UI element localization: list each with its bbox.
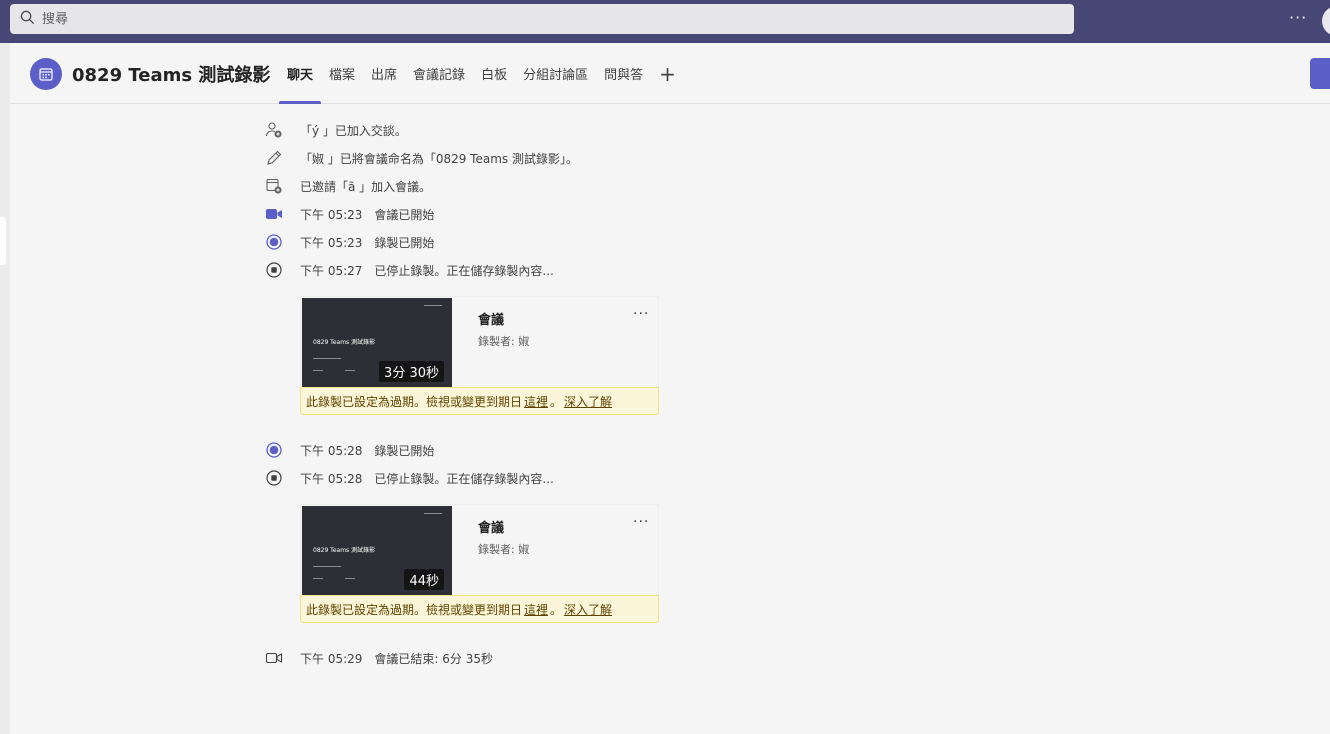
recording-duration: 3分 30秒 xyxy=(379,361,444,382)
pencil-icon xyxy=(264,148,284,168)
notice-link-learn-more[interactable]: 深入了解 xyxy=(564,393,612,410)
recording-card[interactable]: 0829 Teams 測試錄影 3分 30秒 會議 錄製者: 婌 ··· 此錄製… xyxy=(300,296,659,416)
record-icon xyxy=(264,232,284,252)
avatar[interactable] xyxy=(1322,6,1330,36)
search-box[interactable] xyxy=(10,4,1074,34)
event-invited: 已邀請「ã 」加入會議。 xyxy=(264,176,431,196)
event-time: 下午 05:29 xyxy=(300,651,363,666)
tab-qna[interactable]: 問與答 xyxy=(596,43,651,104)
event-text: 會議已開始 xyxy=(374,207,435,222)
left-rail xyxy=(0,43,10,734)
event-member-joined: 「ý 」已加入交談。 xyxy=(264,120,407,140)
event-time: 下午 05:28 xyxy=(300,471,363,486)
add-tab-icon[interactable]: + xyxy=(651,43,684,104)
tab-bar: 聊天 檔案 出席 會議記錄 白板 分組討論區 問與答 + xyxy=(279,43,684,104)
notice-separator: 。 xyxy=(550,602,563,617)
event-text: 錄製已開始 xyxy=(374,443,435,458)
more-options-icon[interactable]: ··· xyxy=(1289,8,1307,27)
event-text: 「ý 」已加入交談。 xyxy=(300,123,407,138)
thumbnail-decoration xyxy=(313,358,341,359)
thumbnail-title: 0829 Teams 測試錄影 xyxy=(313,547,376,554)
person-add-icon xyxy=(264,120,284,140)
video-camera-outline-icon xyxy=(264,648,284,668)
thumbnail-decoration xyxy=(345,578,355,579)
event-recording-stopped: 下午 05:28 已停止錄製。正在儲存錄製內容... xyxy=(264,468,554,488)
recording-card[interactable]: 0829 Teams 測試錄影 44秒 會議 錄製者: 婌 ··· 此錄製已設定… xyxy=(300,504,659,624)
event-text: 已邀請「ã 」加入會議。 xyxy=(300,179,432,194)
thumbnail-decoration xyxy=(313,578,323,579)
recording-thumbnail[interactable]: 0829 Teams 測試錄影 44秒 xyxy=(302,506,452,595)
calendar-add-icon xyxy=(264,176,284,196)
tab-files[interactable]: 檔案 xyxy=(321,43,363,104)
event-time: 下午 05:23 xyxy=(300,235,363,250)
tab-whiteboard[interactable]: 白板 xyxy=(473,43,515,104)
recording-name: 會議 xyxy=(478,313,505,328)
recording-name: 會議 xyxy=(478,521,505,536)
notice-separator: 。 xyxy=(550,394,563,409)
meeting-header: 0829 Teams 測試錄影 聊天 檔案 出席 會議記錄 白板 分組討論區 問… xyxy=(10,43,1330,104)
event-time: 下午 05:27 xyxy=(300,263,363,278)
recording-card-body[interactable]: 0829 Teams 測試錄影 44秒 會議 錄製者: 婌 ··· xyxy=(300,504,659,595)
page-title: 0829 Teams 測試錄影 xyxy=(72,65,271,86)
more-options-icon[interactable]: ··· xyxy=(633,306,649,322)
event-recording-started: 下午 05:28 錄製已開始 xyxy=(264,440,434,460)
record-icon xyxy=(264,440,284,460)
event-text: 已停止錄製。正在儲存錄製內容... xyxy=(374,263,554,278)
thumbnail-decoration xyxy=(424,513,442,514)
search-icon xyxy=(20,10,35,29)
more-options-icon[interactable]: ··· xyxy=(633,514,649,530)
tab-attendance[interactable]: 出席 xyxy=(363,43,405,104)
stop-record-icon xyxy=(264,468,284,488)
notice-text: 此錄製已設定為過期。檢視或變更到期日 xyxy=(306,394,523,409)
app-top-bar: ··· xyxy=(0,0,1330,43)
notice-link-learn-more[interactable]: 深入了解 xyxy=(564,601,612,618)
thumbnail-decoration xyxy=(424,305,442,306)
recorded-by: 錄製者: 婌 xyxy=(478,335,530,348)
recorded-by: 錄製者: 婌 xyxy=(478,543,530,556)
recording-card-body[interactable]: 0829 Teams 測試錄影 3分 30秒 會議 錄製者: 婌 ··· xyxy=(300,296,659,387)
event-text: 會議已結束: 6分 35秒 xyxy=(374,651,493,666)
event-meeting-started: 下午 05:23 會議已開始 xyxy=(264,204,434,224)
event-text: 已停止錄製。正在儲存錄製內容... xyxy=(374,471,554,486)
notice-link-here[interactable]: 這裡 xyxy=(524,393,548,410)
search-input[interactable] xyxy=(42,11,942,27)
rail-handle[interactable] xyxy=(0,217,6,265)
calendar-icon xyxy=(30,58,62,90)
notice-text: 此錄製已設定為過期。檢視或變更到期日 xyxy=(306,602,523,617)
recording-thumbnail[interactable]: 0829 Teams 測試錄影 3分 30秒 xyxy=(302,298,452,387)
thumbnail-decoration xyxy=(313,566,341,567)
join-button[interactable] xyxy=(1310,58,1330,89)
video-camera-icon xyxy=(264,204,284,224)
notice-link-here[interactable]: 這裡 xyxy=(524,601,548,618)
expiration-notice: 此錄製已設定為過期。檢視或變更到期日 這裡 。 深入了解 xyxy=(300,595,659,623)
event-recording-started: 下午 05:23 錄製已開始 xyxy=(264,232,434,252)
thumbnail-title: 0829 Teams 測試錄影 xyxy=(313,339,376,346)
event-time: 下午 05:23 xyxy=(300,207,363,222)
thumbnail-decoration xyxy=(313,370,323,371)
event-text: 「婌 」已將會議命名為「0829 Teams 測試錄影」。 xyxy=(300,151,578,166)
thumbnail-decoration xyxy=(345,370,355,371)
tab-chat[interactable]: 聊天 xyxy=(279,43,322,104)
tab-recap[interactable]: 會議記錄 xyxy=(405,43,473,104)
recording-duration: 44秒 xyxy=(404,569,444,590)
event-time: 下午 05:28 xyxy=(300,443,363,458)
stop-record-icon xyxy=(264,260,284,280)
event-text: 錄製已開始 xyxy=(374,235,435,250)
expiration-notice: 此錄製已設定為過期。檢視或變更到期日 這裡 。 深入了解 xyxy=(300,387,659,415)
tab-breakout-rooms[interactable]: 分組討論區 xyxy=(515,43,596,104)
event-meeting-renamed: 「婌 」已將會議命名為「0829 Teams 測試錄影」。 xyxy=(264,148,578,168)
event-recording-stopped: 下午 05:27 已停止錄製。正在儲存錄製內容... xyxy=(264,260,554,280)
event-meeting-ended: 下午 05:29 會議已結束: 6分 35秒 xyxy=(264,648,493,668)
